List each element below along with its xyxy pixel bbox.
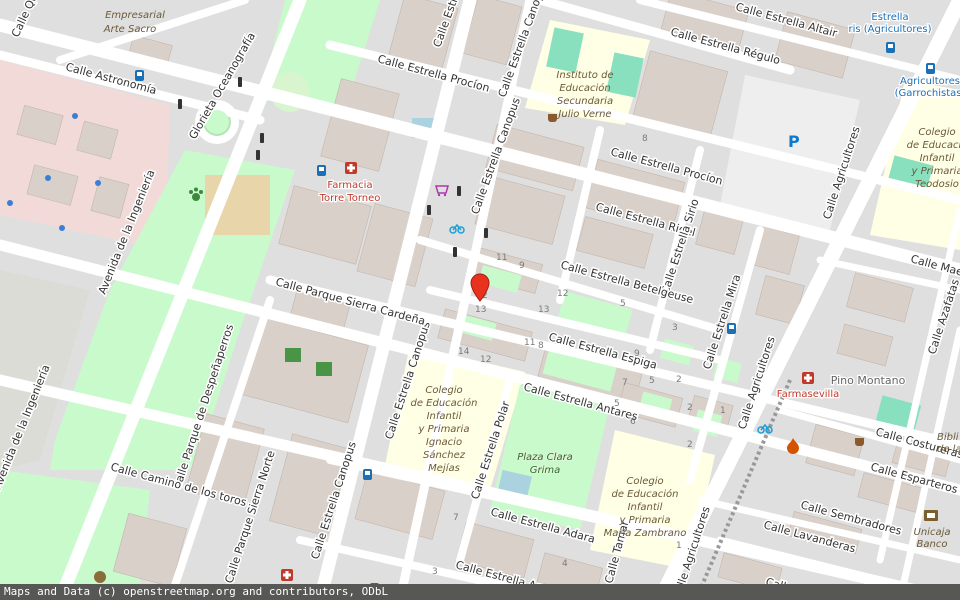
bus-stop-icon: [727, 323, 736, 334]
house-number: 14: [458, 347, 470, 357]
house-number: 13: [475, 305, 486, 315]
house-number: 11: [524, 338, 535, 348]
district-label: Pino Montano: [831, 374, 906, 387]
bus-stop-icon: [135, 70, 144, 81]
house-number: 9: [634, 349, 640, 359]
bus-stop-icon: [363, 469, 372, 480]
house-number: 5: [620, 299, 626, 309]
house-number: 5: [614, 399, 620, 409]
house-number: 2: [676, 375, 682, 385]
pharmacy-icon: [802, 372, 814, 384]
cafe-icon: [548, 114, 557, 122]
bus-stop-icon: [317, 165, 326, 176]
house-number: 9: [519, 261, 525, 271]
bank-icon: [924, 510, 938, 521]
house-number: 12: [480, 355, 491, 365]
cafe-icon: [855, 438, 864, 446]
poi-label-pharmacy-sevilla: Farmasevilla: [777, 389, 840, 400]
map-view[interactable]: Calle Astronomía Glorieta Oceanografía A…: [0, 0, 960, 600]
house-number: 7: [622, 378, 628, 388]
poi-label-unicaja: Unicaja Banco: [914, 527, 951, 550]
map-canvas[interactable]: Calle Astronomía Glorieta Oceanografía A…: [0, 0, 960, 584]
pharmacy-icon: [281, 569, 293, 581]
house-number: 2: [687, 440, 693, 450]
house-number: 12: [557, 289, 568, 299]
house-number: 6: [630, 417, 636, 427]
house-number: 11: [496, 253, 507, 263]
house-number: 1: [676, 541, 682, 551]
poi-label-biblio: Bibli de la: [937, 432, 960, 455]
house-number: 13: [538, 305, 549, 315]
map-attribution: Maps and Data (c) openstreetmap.org and …: [0, 584, 960, 600]
playground-icon: [316, 362, 332, 376]
house-number: 5: [649, 376, 655, 386]
house-number: 3: [432, 567, 438, 577]
house-number: 1: [720, 406, 726, 416]
bus-stop-icon: [926, 63, 935, 74]
theatre-icon: [94, 571, 106, 583]
house-number: 8: [642, 134, 648, 144]
house-number: 3: [672, 323, 678, 333]
playground-icon: [285, 348, 301, 362]
house-number: 2: [687, 403, 693, 413]
house-number: 8: [538, 341, 544, 351]
parking-icon: P: [788, 132, 800, 151]
poi-label-bus-agricultores: Agricultores (Garrochistas): [895, 76, 960, 99]
bus-stop-icon: [886, 42, 895, 53]
pharmacy-icon: [345, 162, 357, 174]
house-number: 7: [453, 513, 459, 523]
house-number: 4: [562, 559, 568, 569]
